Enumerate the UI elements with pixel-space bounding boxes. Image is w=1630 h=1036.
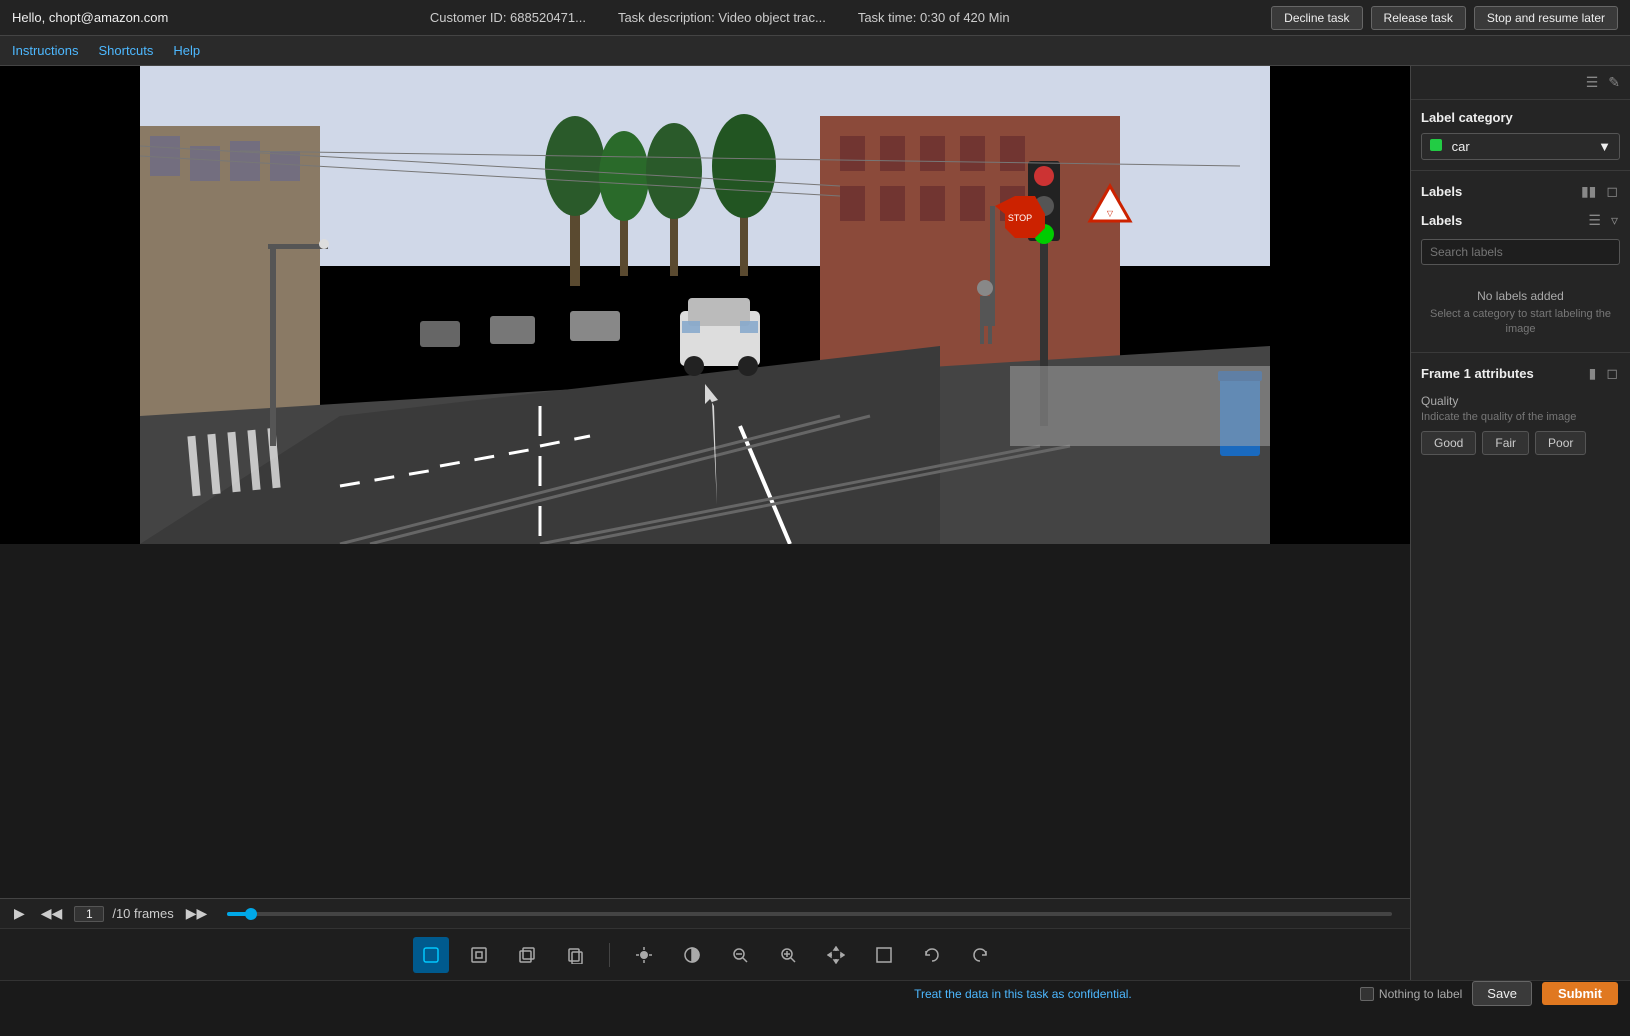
next-frame-button[interactable]: ▶▶ [182, 903, 212, 924]
labels-sort-icon[interactable]: ☰ [1586, 210, 1603, 231]
toolbar [0, 928, 1410, 980]
video-frame: STOP ▽ [0, 66, 1410, 544]
svg-text:STOP: STOP [1008, 213, 1032, 223]
bottom-bar: Treat the data in this task as confident… [0, 980, 1630, 1006]
decline-task-button[interactable]: Decline task [1271, 6, 1362, 30]
task-description: Task description: Video object trac... [618, 10, 826, 25]
nav-instructions[interactable]: Instructions [12, 43, 78, 58]
label-category-section: Label category car ▼ [1411, 100, 1630, 171]
labels-sub-icons: ☰ ▿ [1586, 210, 1620, 231]
labels-collapse-icon[interactable]: ▮▮ [1579, 181, 1598, 202]
right-panel: ☰ ✎ Label category car ▼ Labels ▮▮ [1410, 66, 1630, 980]
category-value: car [1452, 139, 1470, 154]
quality-buttons: Good Fair Poor [1421, 431, 1620, 455]
quality-good-button[interactable]: Good [1421, 431, 1476, 455]
nothing-to-label-checkbox[interactable] [1360, 987, 1374, 1001]
nav-bar: Instructions Shortcuts Help [0, 36, 1630, 66]
label-category-title: Label category [1421, 110, 1513, 125]
contrast-tool-button[interactable] [674, 937, 710, 973]
timeline-bar: ▶ ◀◀ /10 frames ▶▶ [0, 898, 1410, 928]
frame-attrs-title: Frame 1 attributes [1421, 366, 1534, 381]
copy-tool-button[interactable] [557, 937, 593, 973]
labels-title: Labels [1421, 184, 1462, 199]
top-bar-buttons: Decline task Release task Stop and resum… [1271, 6, 1618, 30]
customer-id: Customer ID: 688520471... [430, 10, 586, 25]
svg-text:▽: ▽ [1107, 209, 1114, 218]
no-labels-title: No labels added [1421, 289, 1620, 303]
nothing-to-label-wrap: Nothing to label [1360, 987, 1462, 1001]
timeline-dot [245, 908, 257, 920]
move-tool-button[interactable] [818, 937, 854, 973]
frame-attributes-section: Frame 1 attributes ▮ ◻ Quality Indicate … [1411, 353, 1630, 980]
zoom-out-button[interactable] [722, 937, 758, 973]
labels-expand-icon[interactable]: ◻ [1604, 181, 1620, 202]
frame-attrs-expand-icon[interactable]: ◻ [1604, 363, 1620, 384]
category-color-indicator: car [1430, 139, 1470, 154]
label-category-header: Label category [1421, 110, 1620, 125]
task-time: Task time: 0:30 of 420 Min [858, 10, 1010, 25]
brightness-tool-button[interactable] [626, 937, 662, 973]
nav-shortcuts[interactable]: Shortcuts [98, 43, 153, 58]
resize-tool-button[interactable] [866, 937, 902, 973]
select-tool-button[interactable] [413, 937, 449, 973]
quality-label: Quality [1421, 394, 1620, 408]
labels-sub-header: Labels ☰ ▿ [1421, 210, 1620, 231]
label-category-dropdown[interactable]: car ▼ [1421, 133, 1620, 160]
stop-resume-button[interactable]: Stop and resume later [1474, 6, 1618, 30]
bounding-box-tool-button[interactable] [461, 937, 497, 973]
video-area: STOP ▽ [0, 66, 1410, 980]
frame-attrs-collapse-icon[interactable]: ▮ [1587, 363, 1599, 384]
panel-edit-icon[interactable]: ✎ [1606, 72, 1622, 93]
quality-sub: Indicate the quality of the image [1421, 411, 1620, 423]
nav-help[interactable]: Help [173, 43, 200, 58]
redo-button[interactable] [962, 937, 998, 973]
duplicate-tool-button[interactable] [509, 937, 545, 973]
undo-button[interactable] [914, 937, 950, 973]
quality-poor-button[interactable]: Poor [1535, 431, 1586, 455]
video-canvas[interactable]: STOP ▽ [0, 66, 1410, 544]
search-labels-input[interactable] [1421, 239, 1620, 265]
confidential-message: Treat the data in this task as confident… [686, 987, 1360, 1001]
zoom-in-button[interactable] [770, 937, 806, 973]
quality-fair-button[interactable]: Fair [1482, 431, 1529, 455]
main-layout: STOP ▽ [0, 66, 1630, 980]
no-labels-sub: Select a category to start labeling the … [1421, 307, 1620, 338]
below-video-area [0, 544, 1410, 898]
top-bar: Hello, chopt@amazon.com Customer ID: 688… [0, 0, 1630, 36]
task-info: Customer ID: 688520471... Task descripti… [208, 10, 1231, 25]
save-button[interactable]: Save [1472, 981, 1532, 1006]
frame-attrs-icons: ▮ ◻ [1587, 363, 1620, 384]
panel-list-icon[interactable]: ☰ [1584, 72, 1601, 93]
release-task-button[interactable]: Release task [1371, 6, 1466, 30]
bottom-right: Nothing to label Save Submit [1360, 981, 1618, 1006]
panel-top-icons: ☰ ✎ [1411, 66, 1630, 100]
prev-frame-button[interactable]: ◀◀ [37, 903, 67, 924]
submit-button[interactable]: Submit [1542, 982, 1618, 1005]
frame-number-input[interactable] [74, 906, 104, 922]
chevron-down-icon: ▼ [1598, 139, 1611, 154]
category-dot [1430, 139, 1442, 151]
toolbar-separator-1 [609, 943, 610, 967]
play-button[interactable]: ▶ [10, 903, 29, 924]
labels-header: Labels ▮▮ ◻ [1421, 181, 1620, 202]
no-labels-message: No labels added Select a category to sta… [1421, 273, 1620, 342]
frame-total: /10 frames [112, 906, 173, 921]
nothing-to-label-label: Nothing to label [1379, 987, 1462, 1001]
labels-section: Labels ▮▮ ◻ Labels ☰ ▿ No labels added S… [1411, 171, 1630, 353]
timeline-progress[interactable] [227, 912, 1392, 916]
user-greeting: Hello, chopt@amazon.com [12, 10, 168, 25]
labels-sub-title: Labels [1421, 213, 1462, 228]
frame-attrs-header: Frame 1 attributes ▮ ◻ [1421, 363, 1620, 384]
labels-header-icons: ▮▮ ◻ [1579, 181, 1620, 202]
labels-filter-icon[interactable]: ▿ [1609, 210, 1620, 231]
